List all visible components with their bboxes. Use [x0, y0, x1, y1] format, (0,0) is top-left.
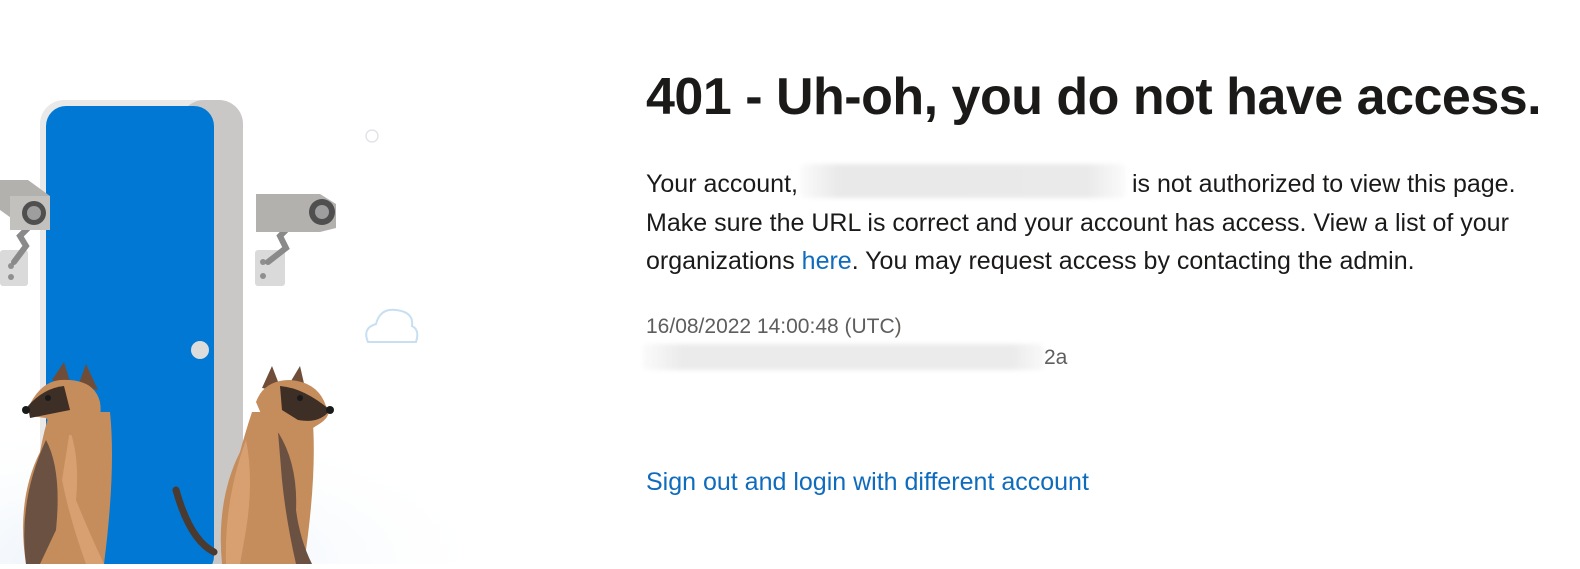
security-camera-icon	[255, 194, 336, 286]
access-denied-illustration	[0, 0, 560, 569]
error-content: 401 - Uh-oh, you do not have access. You…	[642, 66, 1566, 373]
redacted-account-email	[799, 164, 1126, 198]
page-title: 401 - Uh-oh, you do not have access.	[646, 68, 1542, 126]
timestamp: 16/08/2022 14:00:48 (UTC)	[646, 314, 902, 338]
message-text: . You may request access by contacting t…	[851, 247, 1415, 275]
message-text: Your account,	[646, 170, 798, 198]
error-message: Your account, is not authorized to view t…	[646, 164, 1566, 281]
cloud-icon	[365, 308, 419, 343]
activity-id: 2a	[642, 342, 1566, 373]
error-meta: 16/08/2022 14:00:48 (UTC) 2a	[642, 311, 1566, 373]
redacted-activity-id	[642, 344, 1044, 370]
activity-id-suffix: 2a	[1044, 345, 1068, 369]
organizations-here-link[interactable]: here	[802, 247, 852, 275]
sign-out-link[interactable]: Sign out and login with different accoun…	[646, 462, 1089, 502]
